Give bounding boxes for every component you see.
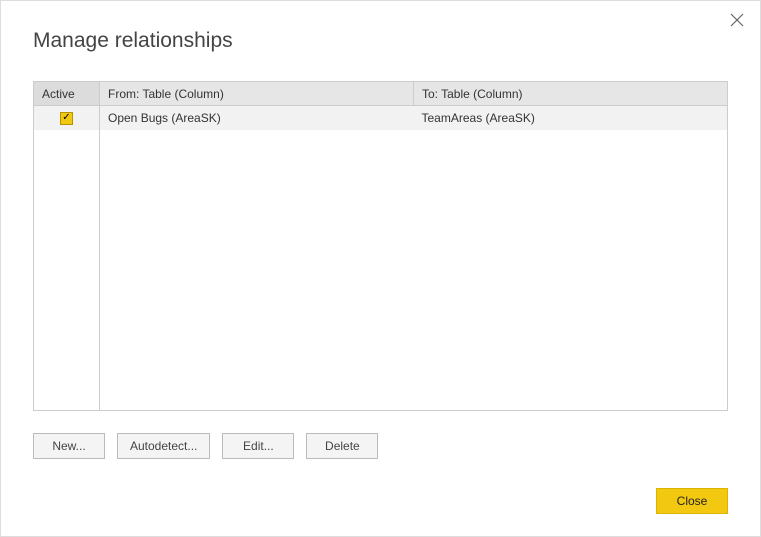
cell-active: ✓ [34,106,100,130]
relationships-table: Active From: Table (Column) To: Table (C… [33,81,728,411]
close-icon[interactable] [730,13,746,29]
delete-button[interactable]: Delete [306,433,378,459]
dialog-title: Manage relationships [1,1,760,53]
table-empty-area [34,130,727,410]
active-column-spacer [34,130,100,410]
cell-to: TeamAreas (AreaSK) [414,106,728,130]
close-button[interactable]: Close [656,488,728,514]
manage-relationships-dialog: Manage relationships Active From: Table … [0,0,761,537]
autodetect-button[interactable]: Autodetect... [117,433,210,459]
header-active[interactable]: Active [34,82,100,105]
action-button-row: New... Autodetect... Edit... Delete [33,433,760,459]
check-icon: ✓ [62,113,70,123]
header-to[interactable]: To: Table (Column) [414,82,727,105]
header-from[interactable]: From: Table (Column) [100,82,414,105]
close-button-row: Close [656,488,728,514]
active-checkbox[interactable]: ✓ [60,112,73,125]
edit-button[interactable]: Edit... [222,433,294,459]
new-button[interactable]: New... [33,433,105,459]
table-header-row: Active From: Table (Column) To: Table (C… [34,82,727,106]
table-row[interactable]: ✓ Open Bugs (AreaSK) TeamAreas (AreaSK) [34,106,727,130]
cell-from: Open Bugs (AreaSK) [100,106,414,130]
